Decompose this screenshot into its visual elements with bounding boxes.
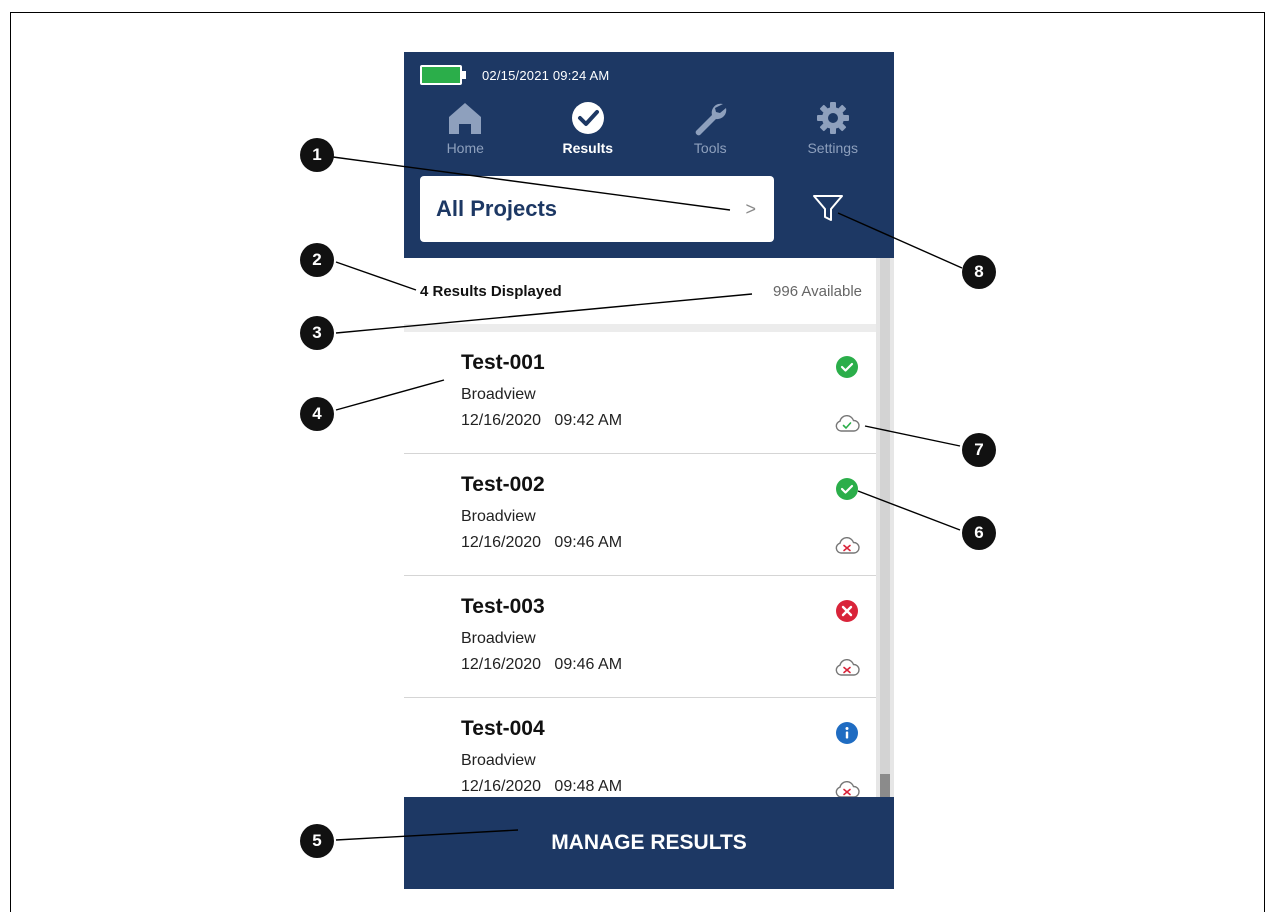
result-name: Test-001 — [461, 351, 545, 374]
filter-icon[interactable] — [810, 190, 846, 226]
result-location: Broadview — [461, 386, 536, 403]
result-row[interactable]: Test-001 Broadview 12/16/2020 09:42 AM — [404, 332, 876, 454]
fail-icon — [836, 600, 858, 622]
result-datetime: 12/16/2020 09:46 AM — [461, 534, 623, 551]
result-row[interactable]: Test-002 Broadview 12/16/2020 09:46 AM — [404, 454, 876, 576]
nav-label-results: Results — [562, 140, 614, 156]
nav-bar: Home Results Tools Settings — [404, 98, 894, 166]
results-scrollbar[interactable] — [876, 258, 894, 798]
project-selector[interactable]: All Projects > — [420, 176, 774, 242]
cloud-not-synced-icon — [835, 537, 860, 554]
cloud-not-synced-icon — [835, 781, 860, 797]
result-name: Test-004 — [461, 717, 545, 740]
result-location: Broadview — [461, 508, 536, 525]
scrollbar-thumb[interactable] — [880, 774, 890, 798]
nav-item-tools[interactable]: Tools — [649, 98, 772, 166]
manage-results-button[interactable]: MANAGE RESULTS — [404, 797, 894, 889]
callout-badge: 4 — [300, 397, 334, 431]
chevron-right-icon: > — [745, 198, 756, 219]
nav-item-home[interactable]: Home — [404, 98, 527, 166]
results-summary: 4 Results Displayed 996 Available — [404, 258, 876, 324]
pass-icon — [836, 478, 858, 500]
nav-label-home: Home — [446, 140, 484, 156]
wrench-icon — [695, 103, 727, 136]
callout-badge: 3 — [300, 316, 334, 350]
result-name: Test-002 — [461, 473, 545, 496]
callout-badge: 5 — [300, 824, 334, 858]
callout-badge: 7 — [962, 433, 996, 467]
info-icon — [836, 722, 858, 744]
header: 02/15/2021 09:24 AM Home Results Tools S… — [404, 52, 894, 258]
callout-badge: 2 — [300, 243, 334, 277]
callout-badge: 6 — [962, 516, 996, 550]
pass-icon — [836, 356, 858, 378]
callout-badge: 8 — [962, 255, 996, 289]
nav-label-settings: Settings — [807, 140, 859, 156]
scrollbar-track — [880, 258, 890, 798]
nav-label-tools: Tools — [693, 140, 727, 156]
cloud-not-synced-icon — [835, 659, 860, 676]
check-circle-icon — [571, 102, 604, 134]
result-row[interactable]: Test-004 Broadview 12/16/2020 09:48 AM — [404, 698, 876, 797]
nav-item-results[interactable]: Results — [527, 98, 650, 166]
callout-badge: 1 — [300, 138, 334, 172]
result-name: Test-003 — [461, 595, 545, 618]
cloud-synced-icon — [835, 415, 860, 432]
results-displayed-count: 4 Results Displayed — [420, 282, 562, 300]
gear-icon — [816, 102, 849, 134]
result-datetime: 12/16/2020 09:48 AM — [461, 778, 623, 795]
results-available-count: 996 Available — [773, 282, 862, 300]
status-datetime: 02/15/2021 09:24 AM — [482, 67, 610, 83]
battery-icon — [420, 65, 466, 85]
result-datetime: 12/16/2020 09:42 AM — [461, 412, 623, 429]
status-bar: 02/15/2021 09:24 AM — [420, 62, 609, 88]
project-selector-label: All Projects — [436, 196, 558, 221]
result-datetime: 12/16/2020 09:46 AM — [461, 656, 623, 673]
result-location: Broadview — [461, 752, 536, 769]
home-icon — [449, 103, 482, 134]
divider — [404, 324, 876, 332]
device-screen: 02/15/2021 09:24 AM Home Results Tools S… — [404, 52, 894, 889]
results-list: Test-001 Broadview 12/16/2020 09:42 AM T… — [404, 332, 876, 797]
nav-item-settings[interactable]: Settings — [772, 98, 895, 166]
result-row[interactable]: Test-003 Broadview 12/16/2020 09:46 AM — [404, 576, 876, 698]
result-location: Broadview — [461, 630, 536, 647]
